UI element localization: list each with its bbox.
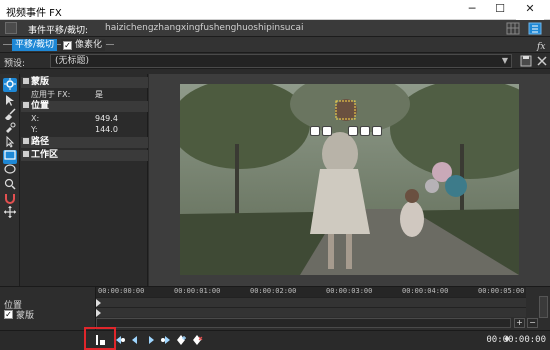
fit-icon[interactable] xyxy=(372,126,382,136)
brush2-icon[interactable] xyxy=(3,122,17,136)
video-frame-image xyxy=(180,84,519,275)
tick-label: 00:00:02:00 xyxy=(250,287,297,295)
delete-keyframe-icon[interactable] xyxy=(190,334,204,348)
maximize-button[interactable]: ☐ xyxy=(486,0,514,20)
brush-icon[interactable] xyxy=(3,108,17,122)
event-icon xyxy=(5,22,17,34)
keyframe-marker[interactable] xyxy=(96,299,102,307)
move-icon[interactable] xyxy=(3,206,17,220)
track-mask[interactable]: ✓ 蒙版 xyxy=(4,308,34,321)
tick-label: 00:00:01:00 xyxy=(174,287,221,295)
time-ruler[interactable]: 00:00:00:00 00:00:01:00 00:00:02:00 00:0… xyxy=(96,287,526,297)
close-button[interactable]: ✕ xyxy=(516,0,544,20)
preview-canvas[interactable] xyxy=(149,74,550,286)
arrow-icon[interactable] xyxy=(3,94,17,108)
position-y-label: Y: xyxy=(31,125,38,134)
track-list: 位置 ✓ 蒙版 xyxy=(0,287,96,331)
frame-toolbar-right xyxy=(348,126,382,136)
keyframe-marker[interactable] xyxy=(96,309,102,317)
plugin-pixelate-tab[interactable]: ✓ 像素化 xyxy=(61,39,106,51)
path-section-label: 路径 xyxy=(31,137,50,147)
position-y-row[interactable]: Y: 144.0 xyxy=(21,124,148,135)
path-section[interactable]: 路径 xyxy=(21,137,148,148)
video-event-fx-window: 视频事件 FX ─ ☐ ✕ 事件平移/裁切: haizichengzhangxi… xyxy=(0,0,550,350)
plugin-pan-crop-tab[interactable]: 平移/裁切 xyxy=(12,39,58,51)
minimize-button[interactable]: ─ xyxy=(458,0,486,20)
mask-section-label: 蒙版 xyxy=(31,77,50,87)
position-x-row[interactable]: X: 949.4 xyxy=(21,113,148,124)
tick-label: 00:00:03:00 xyxy=(326,287,373,295)
event-name: haizichengzhangxingfushenghuoshipinsucai xyxy=(105,23,304,33)
window-title: 视频事件 FX xyxy=(6,8,62,19)
mask-lane[interactable] xyxy=(96,307,526,317)
magnet-icon[interactable] xyxy=(3,192,17,206)
save-icon[interactable] xyxy=(520,55,532,67)
add-keyframe-icon[interactable] xyxy=(174,334,188,348)
tick-label: 00:00:05:00 xyxy=(478,287,525,295)
event-header: 事件平移/裁切: haizichengzhangxingfushenghuosh… xyxy=(0,20,550,37)
apply-fx-row[interactable]: 应用于 FX: 是 xyxy=(21,89,148,100)
track-mask-checkbox[interactable]: ✓ xyxy=(4,310,13,319)
rectangle-icon[interactable] xyxy=(3,150,17,164)
first-keyframe-icon[interactable] xyxy=(114,334,128,348)
position-lane[interactable] xyxy=(96,297,526,307)
timecode-display: 00:00:00:00 xyxy=(486,335,546,345)
tick-label: 00:00:00:00 xyxy=(98,287,145,295)
workspace-section-label: 工作区 xyxy=(31,150,59,160)
zoom-in-button[interactable]: + xyxy=(514,318,525,328)
position-section[interactable]: 位置 xyxy=(21,101,148,112)
preset-label: 预设: xyxy=(4,59,26,69)
center-icon[interactable] xyxy=(360,126,370,136)
preset-value: (无标题) xyxy=(55,56,90,66)
highlight-box xyxy=(84,327,116,350)
track-mask-label: 蒙版 xyxy=(16,311,35,321)
preset-select[interactable]: (无标题) ▼ xyxy=(50,54,512,68)
gear-icon[interactable] xyxy=(3,78,17,92)
pointer-icon[interactable] xyxy=(3,135,17,150)
apply-fx-label: 应用于 FX: xyxy=(31,90,71,99)
last-keyframe-icon[interactable] xyxy=(158,334,172,348)
next-keyframe-icon[interactable] xyxy=(144,334,158,348)
delete-preset-icon[interactable] xyxy=(536,55,548,67)
position-y-value[interactable]: 144.0 xyxy=(95,124,118,135)
event-label: 事件平移/裁切: xyxy=(28,26,89,36)
zoom-out-button[interactable]: − xyxy=(527,318,538,328)
position-x-label: X: xyxy=(31,114,40,123)
position-section-label: 位置 xyxy=(31,101,50,111)
position-x-value[interactable]: 949.4 xyxy=(95,113,118,124)
workspace-section[interactable]: 工作区 xyxy=(21,150,148,161)
chain-connector xyxy=(106,44,114,45)
zoom-icon[interactable] xyxy=(3,178,17,192)
preset-row: 预设: (无标题) ▼ xyxy=(0,53,550,69)
grid-icon[interactable] xyxy=(506,22,520,35)
rotate-icon[interactable] xyxy=(310,126,320,136)
fx-icon[interactable]: fx xyxy=(536,39,548,51)
tool-strip xyxy=(0,74,20,286)
keyframe-timeline: 位置 ✓ 蒙版 00:00:00:00 00:00:01:00 00:00:02… xyxy=(0,286,550,331)
keyframe-controls: ♦ 00:00:00:00 xyxy=(0,330,550,350)
plugin-pixelate-checkbox[interactable]: ✓ xyxy=(63,40,72,50)
properties-panel: 蒙版 应用于 FX: 是 位置 X: 949.4 Y: 144.0 路径 工作区 xyxy=(21,74,148,286)
apply-fx-value[interactable]: 是 xyxy=(95,89,103,100)
svg-text:fx: fx xyxy=(536,42,545,51)
flip-icon[interactable] xyxy=(322,126,332,136)
chain-layout-icon[interactable] xyxy=(528,22,542,35)
lock-aspect-icon[interactable] xyxy=(348,126,358,136)
timeline-vertical-scrollbar[interactable] xyxy=(539,296,548,318)
title-bar: 视频事件 FX ─ ☐ ✕ xyxy=(0,0,550,20)
chevron-down-icon: ▼ xyxy=(501,56,508,65)
frame-toolbar-left xyxy=(310,126,332,136)
prev-keyframe-icon[interactable] xyxy=(128,334,142,348)
plugin-chain: 平移/裁切 ✓ 像素化 fx xyxy=(0,37,550,53)
ellipse-icon[interactable] xyxy=(3,164,17,178)
plugin-pixelate-label: 像素化 xyxy=(75,40,103,50)
timeline-horizontal-scrollbar[interactable] xyxy=(96,318,511,328)
tick-label: 00:00:04:00 xyxy=(402,287,449,295)
mask-section[interactable]: 蒙版 xyxy=(21,77,148,88)
